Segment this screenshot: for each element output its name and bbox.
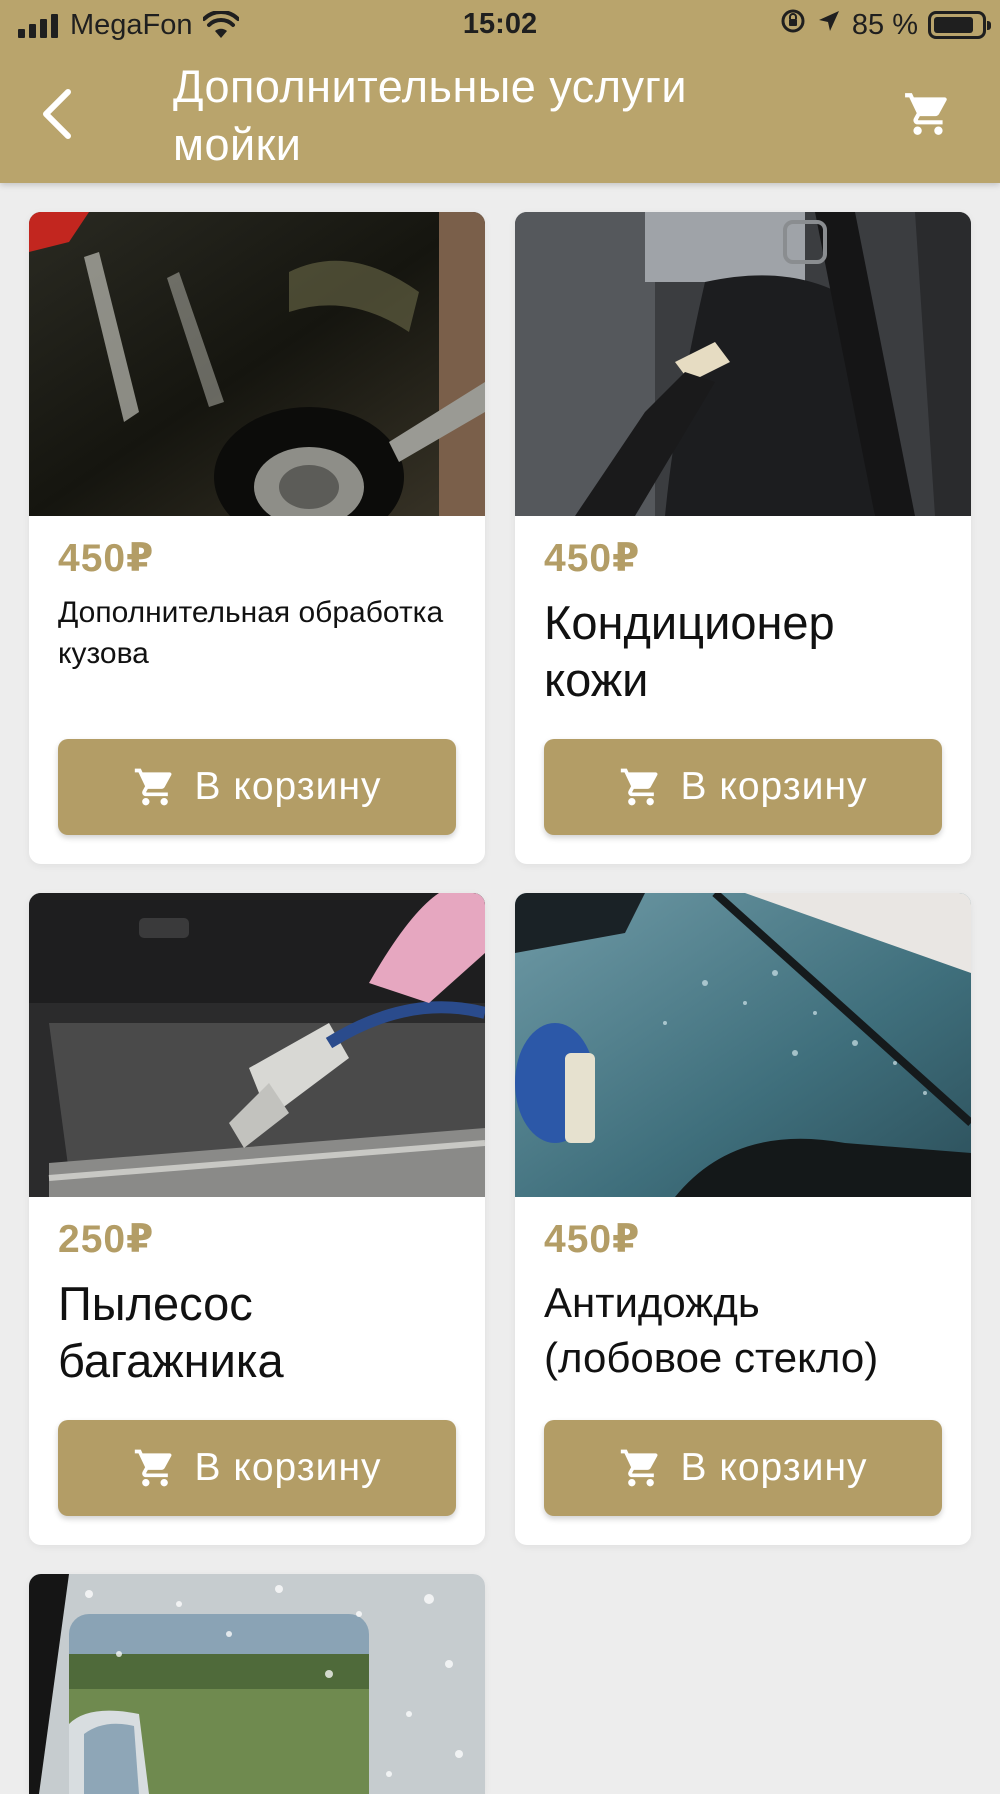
add-to-cart-button[interactable]: В корзину bbox=[58, 739, 456, 835]
page-title: Дополнительные услуги мойки bbox=[173, 61, 688, 170]
add-to-cart-label: В корзину bbox=[194, 765, 382, 808]
product-image-car-body[interactable] bbox=[29, 212, 485, 516]
cart-icon bbox=[619, 1446, 663, 1490]
product-card bbox=[29, 1574, 485, 1794]
battery-icon bbox=[928, 11, 991, 39]
product-price: 450₽ bbox=[58, 537, 155, 580]
cart-button[interactable] bbox=[896, 87, 960, 145]
product-name: Антидождь (лобовое стекло) bbox=[544, 1279, 879, 1381]
location-icon bbox=[816, 8, 842, 42]
product-name: Пылесос багажника bbox=[58, 1277, 284, 1387]
cart-icon bbox=[902, 89, 954, 144]
product-card: 450₽ Антидождь (лобовое стекло) В корзин… bbox=[515, 893, 971, 1545]
cart-icon bbox=[133, 1446, 177, 1490]
battery-level-fill bbox=[934, 17, 974, 33]
cart-icon bbox=[619, 765, 663, 809]
battery-percent: 85 % bbox=[851, 8, 918, 41]
add-to-cart-label: В корзину bbox=[680, 765, 868, 808]
product-image-leather-seat[interactable] bbox=[515, 212, 971, 516]
add-to-cart-button[interactable]: В корзину bbox=[58, 1420, 456, 1516]
add-to-cart-button[interactable]: В корзину bbox=[544, 1420, 942, 1516]
product-name: Кондиционер кожи bbox=[544, 596, 835, 706]
product-card: 450₽ Кондиционер кожи В корзину bbox=[515, 212, 971, 864]
product-image-trunk-vacuum[interactable] bbox=[29, 893, 485, 1197]
add-to-cart-label: В корзину bbox=[194, 1446, 382, 1489]
status-right: 85 % bbox=[780, 8, 991, 42]
status-bar: MegaFon 15:02 85 % bbox=[0, 0, 1000, 50]
product-name: Дополнительная обработка кузова bbox=[58, 596, 444, 670]
app-header: MegaFon 15:02 85 % Дополнительные услуги… bbox=[0, 0, 1000, 183]
product-card: 450₽ Дополнительная обработка кузова В к… bbox=[29, 212, 485, 864]
add-to-cart-label: В корзину bbox=[680, 1446, 868, 1489]
cart-icon bbox=[133, 765, 177, 809]
product-price: 250₽ bbox=[58, 1218, 155, 1261]
orientation-lock-icon bbox=[780, 8, 806, 42]
product-image-mirror[interactable] bbox=[29, 1574, 485, 1794]
product-image-windshield[interactable] bbox=[515, 893, 971, 1197]
product-price: 450₽ bbox=[544, 1218, 641, 1261]
back-button[interactable] bbox=[28, 84, 84, 148]
product-card: 250₽ Пылесос багажника В корзину bbox=[29, 893, 485, 1545]
chevron-left-icon bbox=[39, 88, 73, 145]
add-to-cart-button[interactable]: В корзину bbox=[544, 739, 942, 835]
product-price: 450₽ bbox=[544, 537, 641, 580]
